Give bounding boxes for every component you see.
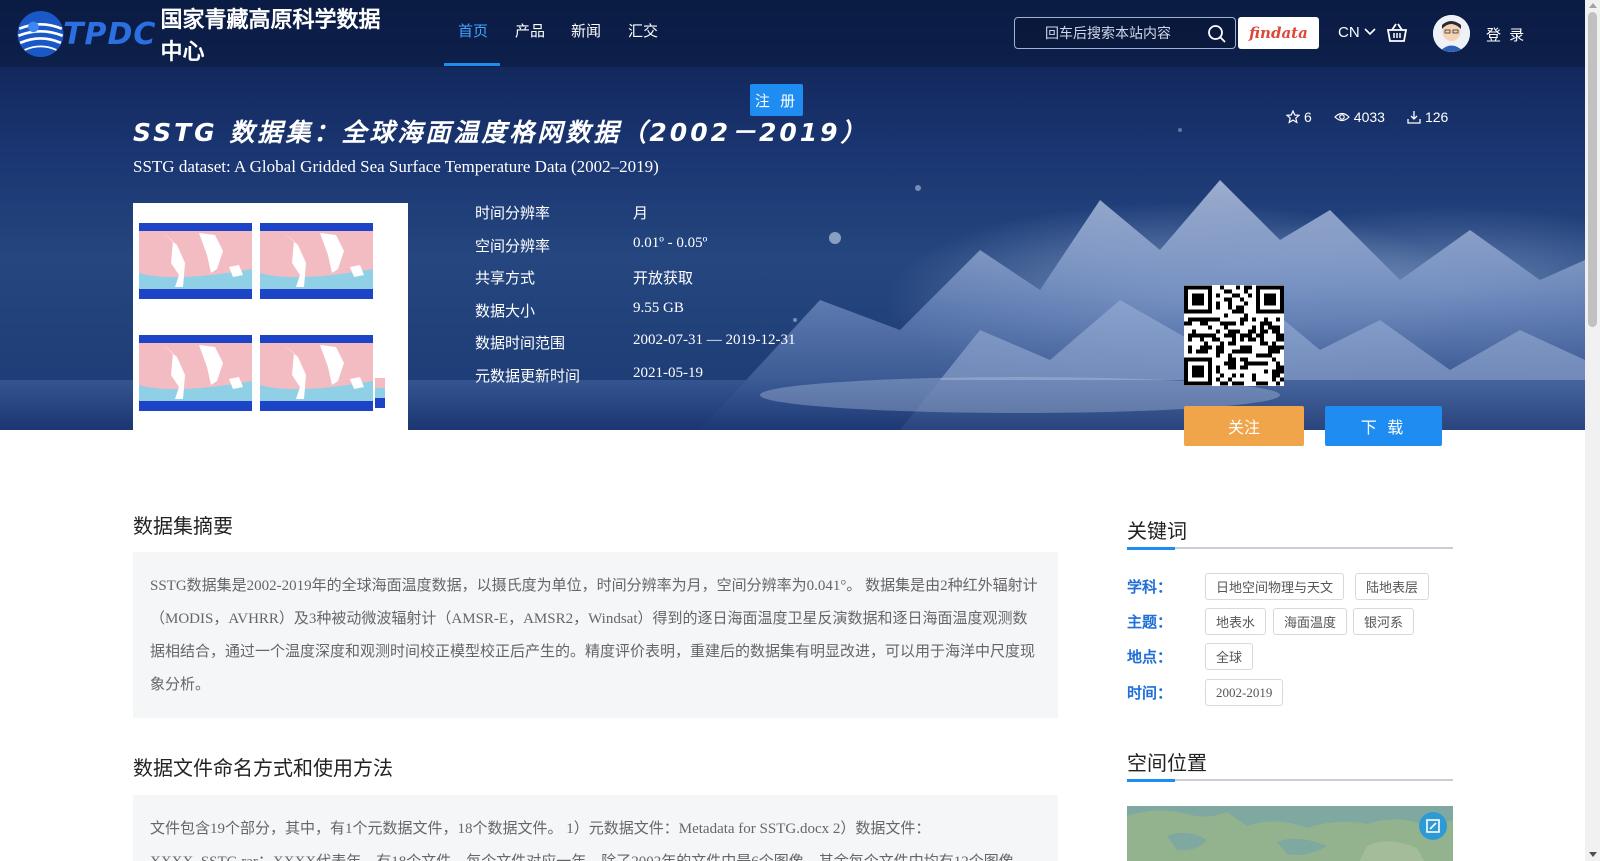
keyword-label-discipline: 学科：: [1127, 579, 1173, 596]
file-naming-heading: 数据文件命名方式和使用方法: [133, 758, 393, 780]
sst-map-thumbnail-image: [133, 203, 408, 430]
scroll-up-arrow-icon[interactable]: [1589, 3, 1597, 8]
abstract-text: SSTG数据集是2002-2019年的全球海面温度数据，以摄氏度为单位，时间分辨…: [150, 578, 1038, 693]
keyword-tag[interactable]: 银河系: [1353, 608, 1415, 635]
site-logo[interactable]: TPDC 国家青藏高原科学数据中心: [14, 4, 394, 65]
keywords-heading: 关键词: [1127, 521, 1187, 543]
meta-label-time-range: 数据时间范围: [475, 335, 566, 352]
dataset-stats: 6 4033 126: [1286, 109, 1470, 125]
file-naming-box: 文件包含19个部分，其中，有1个元数据文件，18个数据文件。 1）元数据文件：M…: [133, 795, 1058, 861]
meta-value-temporal-resolution: 月: [633, 205, 649, 222]
dataset-thumbnail[interactable]: [133, 203, 408, 430]
user-avatar[interactable]: [1433, 15, 1470, 52]
abstract-box: SSTG数据集是2002-2019年的全球海面温度数据，以摄氏度为单位，时间分辨…: [133, 552, 1058, 718]
page-scrollbar[interactable]: [1585, 0, 1600, 861]
language-label: CN: [1338, 24, 1360, 41]
meta-value-time-range: 2002-07-31 — 2019-12-31: [633, 332, 796, 348]
download-button[interactable]: 下 载: [1325, 406, 1442, 446]
map-fullscreen-button[interactable]: [1419, 812, 1447, 840]
file-naming-text: 文件包含19个部分，其中，有1个元数据文件，18个数据文件。 1）元数据文件：M…: [150, 821, 1029, 861]
findata-link[interactable]: findata: [1238, 17, 1319, 49]
abstract-heading: 数据集摘要: [133, 516, 233, 538]
keyword-label-time: 时间：: [1127, 685, 1173, 702]
favorite-count-value: 6: [1304, 109, 1312, 125]
keyword-tag[interactable]: 2002-2019: [1205, 679, 1284, 706]
meta-value-data-size: 9.55 GB: [633, 299, 684, 316]
view-count: 4033: [1333, 109, 1385, 125]
keyword-label-theme: 主题：: [1127, 614, 1173, 631]
scroll-thumb[interactable]: [1588, 12, 1597, 327]
dataset-subtitle: SSTG dataset: A Global Gridded Sea Surfa…: [133, 157, 659, 176]
keyword-tag[interactable]: 全球: [1205, 643, 1254, 670]
nav-products[interactable]: 产品: [515, 20, 545, 41]
logo-chinese-name: 国家青藏高原科学数据中心: [160, 8, 381, 65]
globe-logo-icon: [17, 10, 64, 58]
thumb-panel: [139, 215, 252, 311]
location-divider-accent: [1127, 779, 1175, 782]
view-count-value: 4033: [1353, 109, 1385, 125]
meta-label-metadata-update: 元数据更新时间: [475, 367, 581, 385]
keyword-tag[interactable]: 海面温度: [1273, 608, 1348, 635]
nav-home[interactable]: 首页: [458, 20, 488, 41]
meta-label-data-size: 数据大小: [475, 302, 536, 320]
qr-code-icon: [1184, 285, 1284, 386]
login-link[interactable]: 登 录: [1486, 24, 1526, 45]
download-count-value: 126: [1424, 109, 1449, 125]
keyword-tag[interactable]: 陆地表层: [1355, 573, 1430, 600]
keywords-divider: [1127, 547, 1453, 550]
download-icon: [1407, 111, 1421, 124]
keyword-tag[interactable]: 地表水: [1205, 608, 1267, 635]
shopping-basket-icon[interactable]: [1386, 22, 1408, 44]
nav-submit[interactable]: 汇交: [628, 20, 658, 41]
findata-label: findata: [1249, 24, 1308, 42]
logo-text: TPDC: [63, 16, 157, 52]
star-icon: [1286, 110, 1300, 124]
scroll-down-arrow-icon[interactable]: [1589, 852, 1597, 857]
meta-value-spatial-resolution: 0.01º - 0.05º: [633, 234, 708, 251]
nav-active-indicator: [444, 63, 500, 66]
follow-button[interactable]: 关注: [1184, 406, 1304, 446]
location-heading: 空间位置: [1127, 753, 1207, 775]
location-map[interactable]: [1127, 806, 1453, 861]
location-divider: [1127, 779, 1453, 782]
keywords-divider-accent: [1127, 547, 1175, 550]
meta-label-temporal-resolution: 时间分辨率: [475, 205, 551, 222]
meta-value-metadata-update: 2021-05-19: [633, 364, 703, 381]
favorite-count[interactable]: 6: [1286, 109, 1312, 125]
meta-value-sharing-mode: 开放获取: [633, 270, 694, 287]
search-icon[interactable]: [1207, 24, 1227, 44]
eye-icon: [1333, 112, 1350, 122]
map-tiles: [1127, 806, 1453, 861]
meta-label-sharing-mode: 共享方式: [475, 270, 536, 287]
register-button[interactable]: 注 册: [750, 84, 803, 116]
keyword-tag[interactable]: 日地空间物理与天文: [1205, 573, 1345, 600]
search-box: [1014, 17, 1236, 49]
chevron-down-icon: [1364, 28, 1376, 36]
meta-label-spatial-resolution: 空间分辨率: [475, 237, 551, 255]
top-navbar: TPDC 国家青藏高原科学数据中心 首页 产品 新闻 汇交 findata CN: [0, 0, 1585, 67]
search-input[interactable]: [1015, 18, 1205, 48]
language-selector[interactable]: CN: [1338, 24, 1376, 41]
nav-news[interactable]: 新闻: [571, 20, 601, 41]
keyword-label-place: 地点：: [1127, 649, 1173, 666]
dataset-title: SSTG 数据集：全球海面温度格网数据（2002－2019）: [133, 118, 869, 147]
user-face-icon: [1433, 15, 1470, 52]
expand-icon: [1426, 819, 1440, 833]
download-count: 126: [1407, 109, 1448, 125]
qr-code: [1184, 285, 1284, 386]
